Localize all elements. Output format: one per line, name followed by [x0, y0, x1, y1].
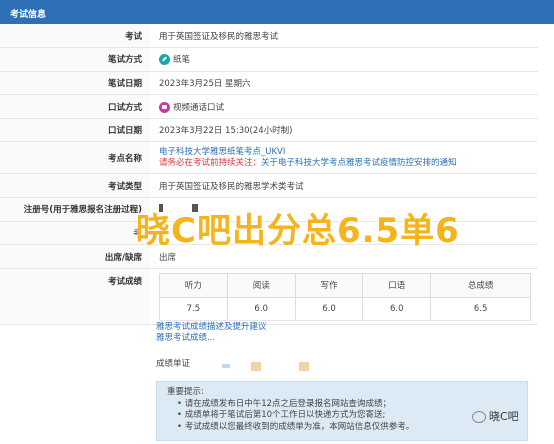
row-value: 纸笔 — [150, 47, 538, 72]
score-value: 7.5 — [159, 296, 228, 322]
exam-info-table: 考试 用于英国签证及移民的雅思考试 笔试方式 纸笔 笔试日期 2023年3月25… — [0, 24, 538, 325]
score-value: 6.0 — [226, 296, 296, 322]
pen-icon — [159, 54, 170, 66]
row-value: 电子科技大学雅思纸笔考点_UKVI 请务必在考试前持续关注：关于电子科技大学考点… — [150, 141, 538, 175]
panel-header: 考试信息 — [0, 0, 554, 24]
row-value: 视频通话口试 — [150, 94, 538, 119]
row-label: 笔试日期 — [0, 71, 150, 96]
row-label: 口试日期 — [0, 118, 150, 143]
score-value: 6.0 — [294, 296, 364, 322]
score-other-link[interactable]: 雅思考试成绩... — [156, 333, 267, 344]
speaking-mode: 视频通话口试 — [173, 102, 225, 113]
table-row: 笔试方式 纸笔 — [0, 47, 538, 72]
notice-link[interactable]: 关于电子科技大学考点雅思考试疫情防控安排的通知 — [261, 158, 457, 168]
watermark-text: 晓C吧 — [489, 410, 519, 423]
row-label: 口试方式 — [0, 94, 150, 119]
notice-item: 成绩单将于笔试后第10个工作日以快递方式为您寄送; — [177, 410, 517, 422]
score-value: 6.5 — [430, 296, 531, 322]
certificate-label: 成绩单证 — [156, 359, 191, 369]
row-value: 用于英国签证及移民的雅思考试 — [150, 24, 538, 49]
row-label: 考试成绩 — [0, 268, 150, 325]
score-header: 口语 — [362, 272, 432, 298]
written-mode: 纸笔 — [173, 55, 191, 66]
notice-prefix: 请务必在考试前持续关注： — [159, 157, 262, 168]
score-links: 雅思考试成绩描述及提升建议 雅思考试成绩... — [156, 322, 267, 344]
wechat-icon — [472, 411, 486, 423]
score-advice-link[interactable]: 雅思考试成绩描述及提升建议 — [156, 322, 267, 333]
score-header: 总成绩 — [430, 272, 531, 298]
redacted-mark — [251, 362, 261, 371]
notice-item: 请在成绩发布日中午12点之后登录报名网站查询成绩； — [177, 399, 517, 411]
row-value: 听力 阅读 写作 口语 总成绩 7.5 6.0 6.0 6.0 6.5 — [150, 268, 538, 325]
score-overlay-text: 晓C吧出分总6.5单6 — [136, 211, 460, 251]
row-value: 2023年3月22日 15:30(24小时制) — [150, 118, 538, 143]
row-label: 出席/缺席 — [0, 244, 150, 269]
row-value: 用于英国签证及移民的雅思学术类考试 — [150, 173, 538, 199]
exam-info-panel: 考试信息 考试 用于英国签证及移民的雅思考试 笔试方式 纸笔 笔试日期 2023… — [0, 0, 554, 444]
notice-title: 重要提示: — [167, 387, 204, 397]
video-call-icon — [159, 101, 170, 113]
notice-item: 考试成绩以您最终收到的成绩单为准，本网站信息仅供参考。 — [177, 422, 517, 434]
row-label: 考点名称 — [0, 141, 150, 175]
score-header: 阅读 — [226, 272, 296, 298]
redacted-mark — [299, 362, 309, 371]
score-header: 写作 — [294, 272, 364, 298]
table-row: 考试成绩 听力 阅读 写作 口语 总成绩 7.5 6.0 6.0 6.0 6.5 — [0, 268, 538, 325]
score-value: 6.0 — [362, 296, 432, 322]
row-label: 考 — [0, 221, 150, 246]
panel-title: 考试信息 — [10, 10, 47, 20]
test-centre-link[interactable]: 电子科技大学雅思纸笔考点_UKVI — [159, 147, 538, 158]
redacted-mark — [222, 364, 230, 368]
table-row: 笔试日期 2023年3月25日 星期六 — [0, 71, 538, 96]
watermark: 晓C吧 — [472, 408, 519, 424]
score-table: 听力 阅读 写作 口语 总成绩 7.5 6.0 6.0 6.0 6.5 — [159, 272, 531, 322]
score-header: 听力 — [159, 272, 228, 298]
table-row: 口试方式 视频通话口试 — [0, 94, 538, 119]
table-row: 考试 用于英国签证及移民的雅思考试 — [0, 24, 538, 49]
row-label: 考试 — [0, 24, 150, 49]
row-label: 笔试方式 — [0, 47, 150, 72]
table-row: 考点名称 电子科技大学雅思纸笔考点_UKVI 请务必在考试前持续关注：关于电子科… — [0, 141, 538, 175]
row-value: 2023年3月25日 星期六 — [150, 71, 538, 96]
row-label: 考试类型 — [0, 173, 150, 199]
table-row: 口试日期 2023年3月22日 15:30(24小时制) — [0, 118, 538, 143]
row-label: 注册号(用于雅思报名注册过程) — [0, 197, 150, 222]
table-row: 考试类型 用于英国签证及移民的雅思学术类考试 — [0, 173, 538, 199]
